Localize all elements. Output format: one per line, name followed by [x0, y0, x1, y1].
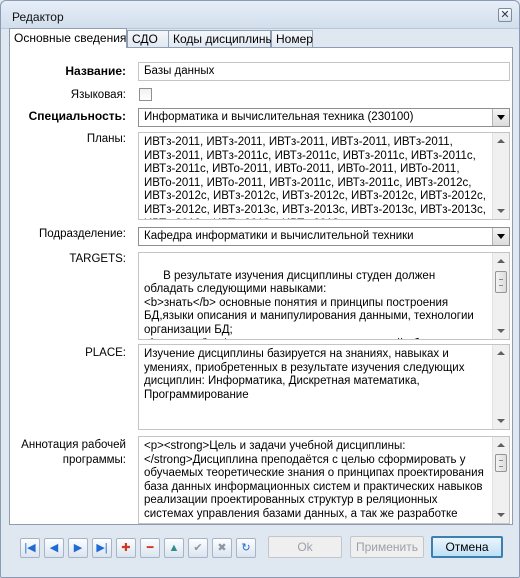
targets-textarea[interactable]: В результате изучения дисциплины студен …	[138, 252, 510, 340]
targets-text: В результате изучения дисциплины студен …	[144, 269, 474, 339]
title-bar: Редактор ✕	[1, 1, 519, 29]
department-value: Кафедра информатики и вычислительной тех…	[144, 230, 414, 242]
chevron-down-icon[interactable]	[492, 109, 509, 126]
department-select[interactable]: Кафедра информатики и вычислительной тех…	[138, 227, 510, 246]
annotation-scrollbar[interactable]	[492, 437, 509, 523]
cancel-button[interactable]: Отмена	[431, 536, 503, 558]
scroll-down-icon[interactable]	[493, 323, 509, 339]
apply-button[interactable]: Применить	[350, 536, 424, 558]
language-label: Языковая:	[70, 89, 126, 101]
window-title: Редактор	[12, 10, 64, 24]
plans-text: ИВТз-2011, ИВТз-2011, ИВТз-2011, ИВТз-20…	[144, 136, 486, 219]
first-record-icon[interactable]: |◀	[20, 538, 40, 558]
name-field[interactable]: Базы данных	[138, 62, 510, 81]
department-label: Подразделение:	[39, 228, 126, 240]
specialty-select[interactable]: Информатика и вычислительная техника (23…	[138, 108, 510, 127]
scroll-up-icon[interactable]	[493, 133, 509, 149]
scroll-down-icon[interactable]	[493, 203, 509, 219]
prev-record-icon[interactable]: ◀	[44, 538, 64, 558]
edit-record-icon[interactable]: ▲	[164, 538, 184, 558]
cancel-record-icon[interactable]: ✖	[212, 538, 232, 558]
tab-number[interactable]: Номер	[271, 30, 313, 48]
chevron-down-icon[interactable]	[492, 228, 509, 245]
place-scrollbar[interactable]	[492, 345, 509, 429]
tab-discipline-codes[interactable]: Коды дисциплины	[168, 30, 274, 48]
tab-main-info[interactable]: Основные сведения	[9, 28, 127, 48]
specialty-label: Специальность:	[28, 109, 126, 123]
scroll-thumb[interactable]	[495, 454, 507, 472]
main-info-panel: Название: Базы данных Языковая: Специаль…	[9, 47, 513, 525]
annotation-label: Аннотация рабочей программы:	[21, 439, 126, 466]
plans-textarea[interactable]: ИВТз-2011, ИВТз-2011, ИВТз-2011, ИВТз-20…	[138, 132, 510, 220]
plans-scrollbar[interactable]	[492, 133, 509, 219]
targets-scrollbar[interactable]	[492, 253, 509, 339]
scroll-up-icon[interactable]	[493, 345, 509, 361]
close-icon[interactable]: ✕	[498, 8, 512, 22]
scroll-up-icon[interactable]	[493, 253, 509, 269]
annotation-text: <p><strong>Цель и задачи учебной дисципл…	[144, 440, 484, 523]
last-record-icon[interactable]: ▶|	[92, 538, 112, 558]
editor-window: Редактор ✕ Основные сведения СДО Коды ди…	[0, 0, 520, 578]
next-record-icon[interactable]: ▶	[68, 538, 88, 558]
targets-label: TARGETS:	[69, 253, 126, 265]
delete-record-icon[interactable]: ━	[140, 538, 160, 558]
refresh-icon[interactable]: ↻	[236, 538, 256, 558]
name-label: Название:	[65, 64, 126, 78]
scroll-down-icon[interactable]	[493, 413, 509, 429]
specialty-value: Информатика и вычислительная техника (23…	[144, 111, 414, 123]
plans-label: Планы:	[86, 133, 126, 145]
ok-button[interactable]: Ok	[268, 536, 342, 558]
add-record-icon[interactable]: ✚	[116, 538, 136, 558]
scroll-up-icon[interactable]	[493, 437, 509, 453]
post-record-icon[interactable]: ✔	[188, 538, 208, 558]
scroll-down-icon[interactable]	[493, 507, 509, 523]
annotation-textarea[interactable]: <p><strong>Цель и задачи учебной дисципл…	[138, 436, 510, 524]
place-label: PLACE:	[85, 347, 126, 359]
scroll-thumb[interactable]	[495, 271, 507, 293]
place-text: Изучение дисциплины базируется на знания…	[144, 348, 465, 401]
place-textarea[interactable]: Изучение дисциплины базируется на знания…	[138, 344, 510, 430]
language-checkbox[interactable]	[139, 88, 152, 101]
